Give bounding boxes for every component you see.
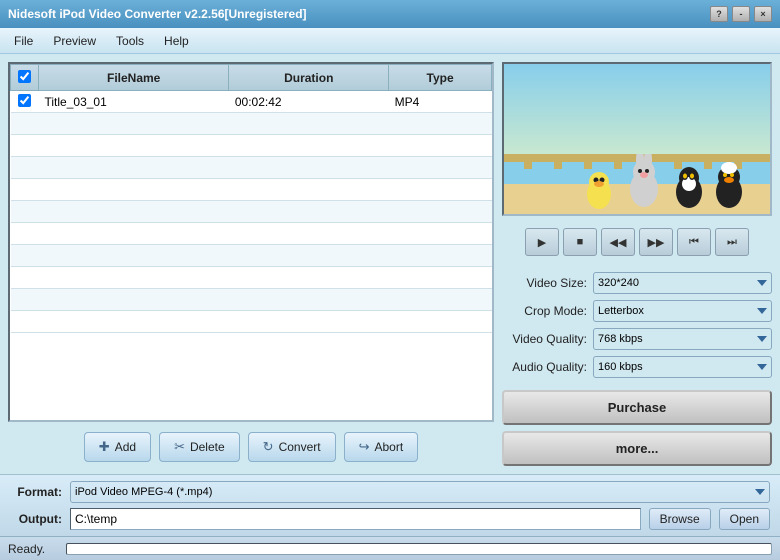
video-size-row: Video Size: 320*240 640*480 176*144 bbox=[502, 272, 772, 294]
action-buttons: ✚ Add ✂ Delete ↻ Convert ↪ Abort bbox=[8, 428, 494, 466]
abort-label: Abort bbox=[375, 440, 404, 454]
video-size-select[interactable]: 320*240 640*480 176*144 bbox=[593, 272, 772, 294]
add-label: Add bbox=[115, 440, 136, 454]
col-header-duration: Duration bbox=[229, 65, 389, 91]
output-input[interactable] bbox=[70, 508, 641, 530]
crop-mode-label: Crop Mode: bbox=[502, 304, 587, 318]
video-quality-row: Video Quality: 768 kbps 512 kbps 1024 kb… bbox=[502, 328, 772, 350]
format-row: Format: iPod Video MPEG-4 (*.mp4) iPod V… bbox=[10, 481, 770, 503]
settings-area: Video Size: 320*240 640*480 176*144 Crop… bbox=[502, 268, 772, 382]
col-header-filename: FileName bbox=[39, 65, 229, 91]
app-title: Nidesoft iPod Video Converter v2.2.56[Un… bbox=[8, 7, 307, 21]
table-row-empty bbox=[11, 179, 492, 201]
status-text: Ready. bbox=[8, 542, 58, 556]
col-header-check bbox=[11, 65, 39, 91]
titlebar-buttons: ? - × bbox=[710, 6, 772, 22]
file-table: FileName Duration Type Title_03_01 00:02… bbox=[10, 64, 492, 333]
add-icon: ✚ bbox=[99, 439, 110, 455]
table-row-empty bbox=[11, 245, 492, 267]
minimize-button[interactable]: - bbox=[732, 6, 750, 22]
row-checkbox[interactable] bbox=[18, 94, 31, 107]
row-checkbox-cell[interactable] bbox=[11, 91, 39, 113]
prev-button[interactable]: ⏮ bbox=[677, 228, 711, 256]
delete-icon: ✂ bbox=[174, 439, 185, 455]
video-size-label: Video Size: bbox=[502, 276, 587, 290]
progress-bar-container bbox=[66, 543, 772, 555]
more-button[interactable]: more... bbox=[502, 431, 772, 466]
delete-button[interactable]: ✂ Delete bbox=[159, 432, 240, 462]
table-row-empty bbox=[11, 223, 492, 245]
convert-icon: ↻ bbox=[263, 439, 274, 455]
abort-icon: ↪ bbox=[359, 439, 370, 455]
table-row-empty bbox=[11, 289, 492, 311]
row-duration: 00:02:42 bbox=[229, 91, 389, 113]
row-filename: Title_03_01 bbox=[39, 91, 229, 113]
menu-help[interactable]: Help bbox=[154, 31, 199, 51]
browse-button[interactable]: Browse bbox=[649, 508, 711, 530]
crop-mode-select[interactable]: Letterbox Pan&Scan Stretch bbox=[593, 300, 772, 322]
row-type: MP4 bbox=[389, 91, 492, 113]
statusbar: Ready. bbox=[0, 536, 780, 560]
left-panel: FileName Duration Type Title_03_01 00:02… bbox=[8, 62, 494, 466]
table-row-empty bbox=[11, 135, 492, 157]
output-row: Output: Browse Open bbox=[10, 508, 770, 530]
audio-quality-label: Audio Quality: bbox=[502, 360, 587, 374]
play-button[interactable]: ▶ bbox=[525, 228, 559, 256]
menu-tools[interactable]: Tools bbox=[106, 31, 154, 51]
main-area: FileName Duration Type Title_03_01 00:02… bbox=[0, 54, 780, 474]
video-quality-label: Video Quality: bbox=[502, 332, 587, 346]
format-select[interactable]: iPod Video MPEG-4 (*.mp4) iPod Video H.2… bbox=[70, 481, 770, 503]
open-button[interactable]: Open bbox=[719, 508, 770, 530]
convert-button[interactable]: ↻ Convert bbox=[248, 432, 336, 462]
menu-preview[interactable]: Preview bbox=[43, 31, 106, 51]
abort-button[interactable]: ↪ Abort bbox=[344, 432, 419, 462]
rewind-button[interactable]: ◀◀ bbox=[601, 228, 635, 256]
table-row-empty bbox=[11, 201, 492, 223]
transport-controls: ▶ ■ ◀◀ ▶▶ ⏮ ⏭ bbox=[502, 224, 772, 260]
output-label: Output: bbox=[10, 512, 62, 526]
video-quality-select[interactable]: 768 kbps 512 kbps 1024 kbps bbox=[593, 328, 772, 350]
format-label: Format: bbox=[10, 485, 62, 499]
stop-button[interactable]: ■ bbox=[563, 228, 597, 256]
bottom-area: Format: iPod Video MPEG-4 (*.mp4) iPod V… bbox=[0, 474, 780, 536]
convert-label: Convert bbox=[279, 440, 321, 454]
menubar: File Preview Tools Help bbox=[0, 28, 780, 54]
menu-file[interactable]: File bbox=[4, 31, 43, 51]
forward-button[interactable]: ▶▶ bbox=[639, 228, 673, 256]
table-row-empty bbox=[11, 267, 492, 289]
file-table-container: FileName Duration Type Title_03_01 00:02… bbox=[8, 62, 494, 422]
purchase-area: Purchase more... bbox=[502, 390, 772, 466]
select-all-checkbox[interactable] bbox=[18, 70, 31, 83]
audio-quality-select[interactable]: 160 kbps 128 kbps 192 kbps bbox=[593, 356, 772, 378]
crop-mode-row: Crop Mode: Letterbox Pan&Scan Stretch bbox=[502, 300, 772, 322]
purchase-button[interactable]: Purchase bbox=[502, 390, 772, 425]
audio-quality-row: Audio Quality: 160 kbps 128 kbps 192 kbp… bbox=[502, 356, 772, 378]
add-button[interactable]: ✚ Add bbox=[84, 432, 151, 462]
col-header-type: Type bbox=[389, 65, 492, 91]
table-row-empty bbox=[11, 311, 492, 333]
next-button[interactable]: ⏭ bbox=[715, 228, 749, 256]
titlebar: Nidesoft iPod Video Converter v2.2.56[Un… bbox=[0, 0, 780, 28]
preview-image bbox=[504, 64, 770, 214]
preview-area bbox=[502, 62, 772, 216]
table-row[interactable]: Title_03_01 00:02:42 MP4 bbox=[11, 91, 492, 113]
help-button[interactable]: ? bbox=[710, 6, 728, 22]
right-panel: ▶ ■ ◀◀ ▶▶ ⏮ ⏭ Video Size: 320*240 640*48… bbox=[502, 62, 772, 466]
close-button[interactable]: × bbox=[754, 6, 772, 22]
delete-label: Delete bbox=[190, 440, 225, 454]
table-row-empty bbox=[11, 113, 492, 135]
table-row-empty bbox=[11, 157, 492, 179]
